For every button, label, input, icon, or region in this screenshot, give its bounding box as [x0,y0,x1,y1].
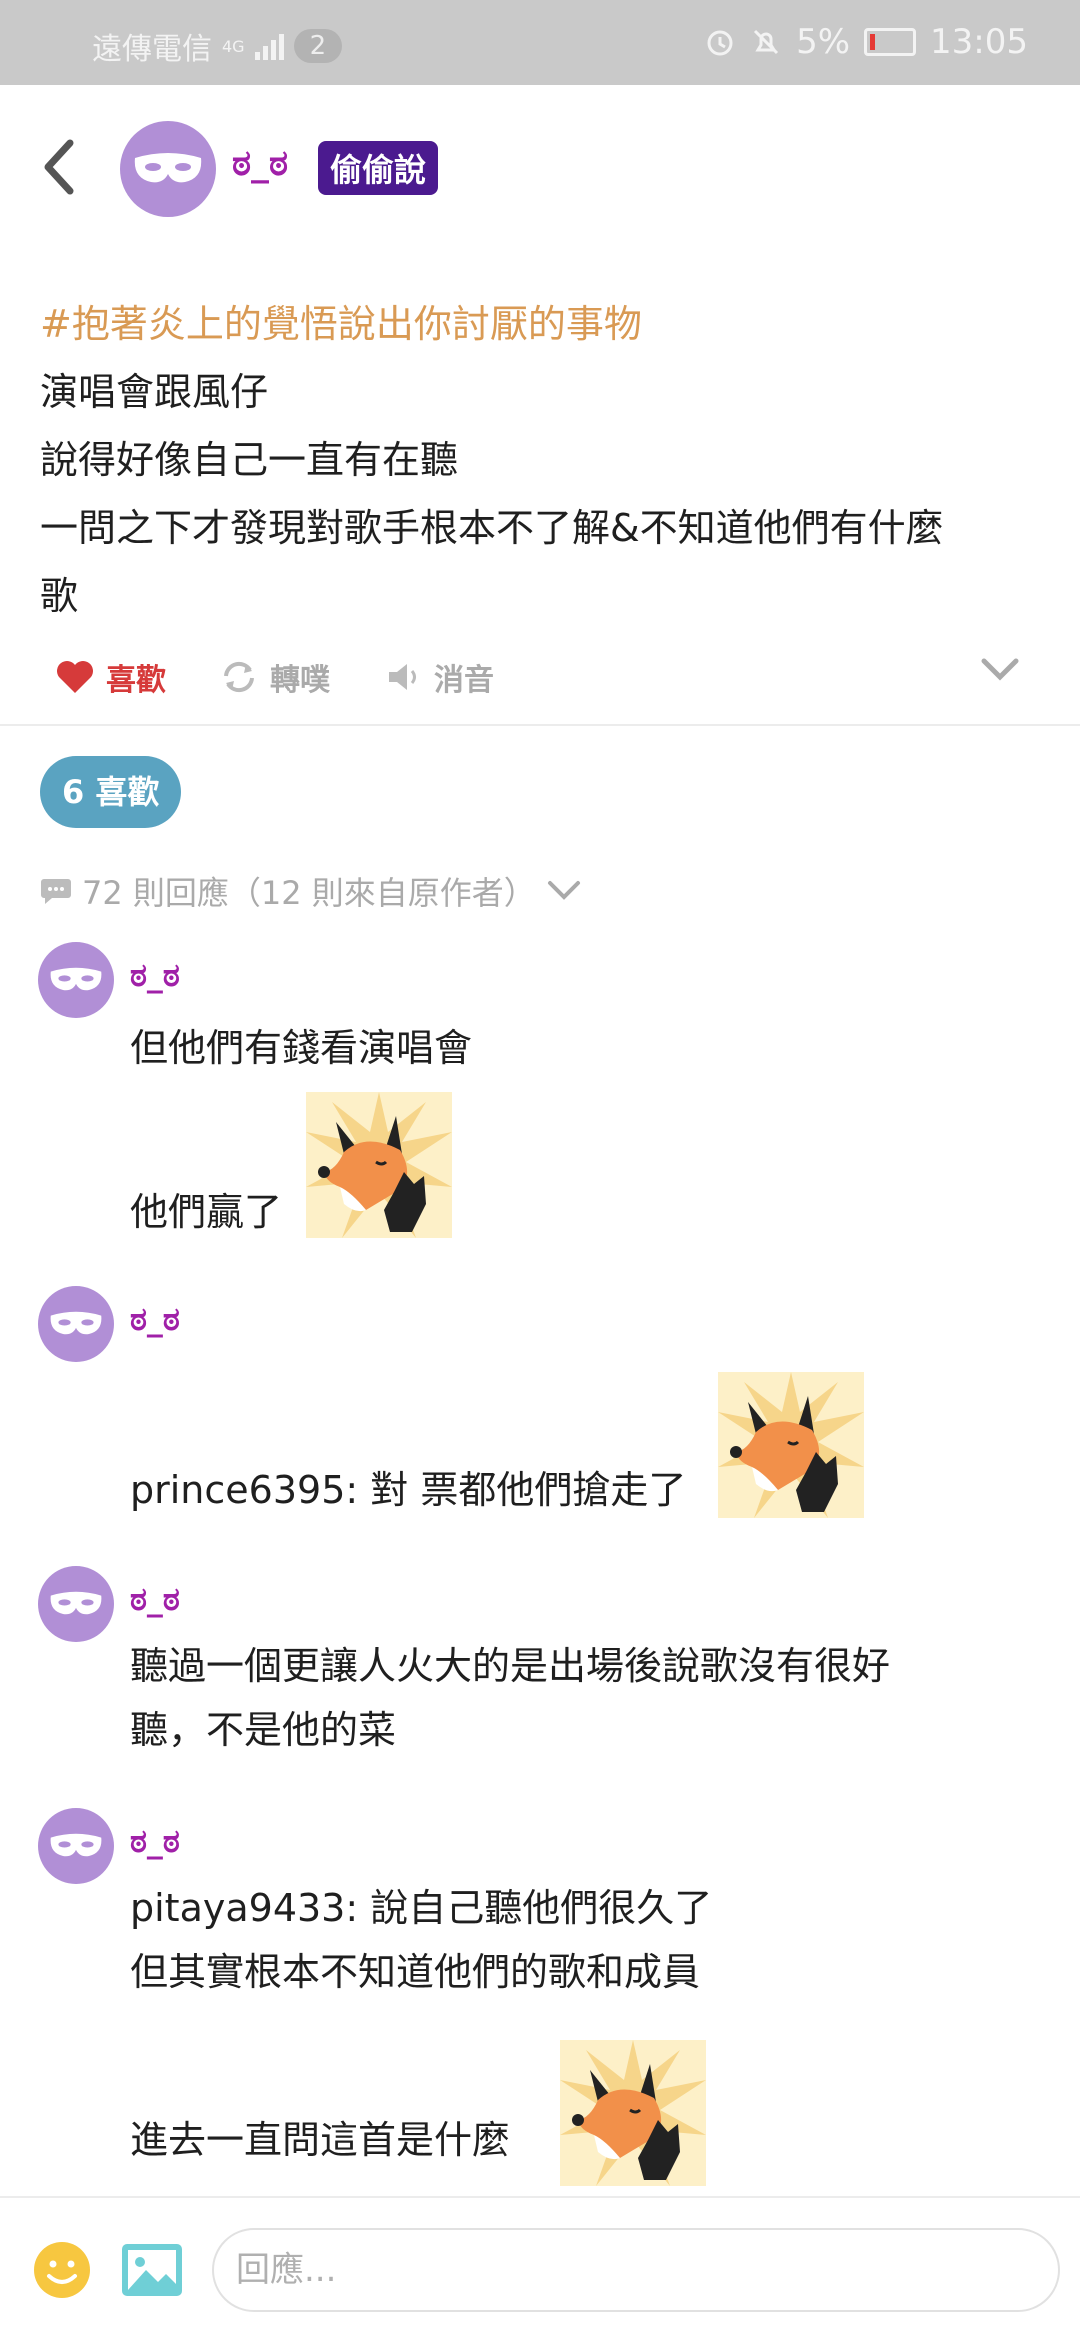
post-line: 一問之下才發現對歌手根本不了解&不知道他們有什麼 [40,506,944,550]
mute-label: 消音 [434,663,494,698]
reply-input[interactable]: 回應... [212,2228,1060,2312]
comment-text: 他們贏了 [130,1190,283,1234]
emoji-icon[interactable] [32,2240,92,2300]
commenter-avatar[interactable] [38,1566,114,1642]
post-content: #抱著炎上的覺悟說出你討厭的事物 演唱會跟風仔 說得好像自己一直有在聽 一問之下… [40,290,1050,630]
post-header: ಠ_ಠ 偷偷說 [0,85,1080,255]
comment-text: pitaya9433: 說自己聽他們很久了 [130,1886,713,1930]
alarm-icon [707,30,733,56]
back-arrow-icon[interactable] [38,137,78,197]
battery-percent: 5% [796,22,851,62]
commenter-name[interactable]: ಠ_ಠ [130,956,180,995]
mask-icon [50,967,102,991]
reply-count-label: 72 則回應（12 則來自原作者） [82,874,536,912]
commenter-avatar[interactable] [38,1286,114,1362]
comment-item: ಠ_ಠ pitaya9433: 說自己聽他們很久了 但其實根本不知道他們的歌和成… [38,1808,1038,2198]
heart-icon [57,661,93,693]
carrier-label: 遠傳電信 [92,32,212,67]
speech-bubble-icon [41,879,71,904]
comment-text: 但其實根本不知道他們的歌和成員 [130,1950,701,1994]
comment-text: 聽，不是他的菜 [130,1708,397,1752]
mask-icon [50,1311,102,1335]
replurk-label: 轉噗 [270,663,330,698]
author-name[interactable]: ಠ_ಠ [232,143,288,185]
battery-icon [864,28,917,56]
fox-sticker-image[interactable] [718,1372,864,1518]
commenter-avatar[interactable] [38,1808,114,1884]
fox-sticker-image[interactable] [306,1092,452,1238]
comment-text: 但他們有錢看演唱會 [130,1026,473,1070]
like-button[interactable]: 喜歡 [56,655,166,699]
mask-icon [134,153,202,183]
signal-icon [254,32,284,60]
mute-bell-icon [754,29,779,55]
comment-text: 進去一直問這首是什麼 [130,2118,511,2162]
post-line: 演唱會跟風仔 [40,370,269,414]
like-label: 喜歡 [106,663,166,698]
post-line: 歌 [40,574,79,618]
post-actions: 喜歡 轉噗 消音 [40,655,1040,715]
divider [0,724,1080,726]
comment-item: ಠ_ಠ 但他們有錢看演唱會 他們贏了 [38,942,1038,1242]
notification-count: 2 [293,29,343,63]
fox-sticker-image[interactable] [560,2040,706,2186]
clock: 13:05 [930,22,1028,62]
mask-icon [50,1833,102,1857]
post-line: 說得好像自己一直有在聽 [40,438,459,482]
chevron-down-icon [981,658,1019,681]
speaker-mute-icon [389,664,416,690]
more-options-button[interactable] [980,655,1020,683]
chevron-down-icon [547,881,580,900]
hashtag-link[interactable]: #抱著炎上的覺悟說出你討厭的事物 [40,290,1050,358]
mask-icon [50,1591,102,1615]
author-avatar[interactable] [120,121,216,217]
image-upload-icon[interactable] [120,2240,184,2300]
status-bar: 遠傳電信 4G 2 5% 13:05 [0,0,1080,85]
commenter-name[interactable]: ಠ_ಠ [130,1580,180,1619]
comment-text: 聽過一個更讓人火大的是出場後說歌沒有很好 [130,1644,891,1688]
network-label: 4G [222,36,245,56]
comment-text: prince6395: 對 票都他們搶走了 [130,1468,687,1512]
anonymous-tag: 偷偷說 [318,141,439,195]
commenter-avatar[interactable] [38,942,114,1018]
replurk-button[interactable]: 轉噗 [220,655,330,699]
comment-item: ಠ_ಠ prince6395: 對 票都他們搶走了 [38,1286,1038,1526]
reply-count[interactable]: 72 則回應（12 則來自原作者） [40,868,582,914]
reply-composer: 回應... [0,2196,1080,2342]
comment-item: ಠ_ಠ 聽過一個更讓人火大的是出場後說歌沒有很好 聽，不是他的菜 [38,1566,1038,1766]
commenter-name[interactable]: ಠ_ಠ [130,1822,180,1861]
likes-count-badge[interactable]: 6 喜歡 [40,756,182,828]
mute-button[interactable]: 消音 [386,655,494,699]
replurk-icon [224,661,254,693]
commenter-name[interactable]: ಠ_ಠ [130,1300,180,1339]
